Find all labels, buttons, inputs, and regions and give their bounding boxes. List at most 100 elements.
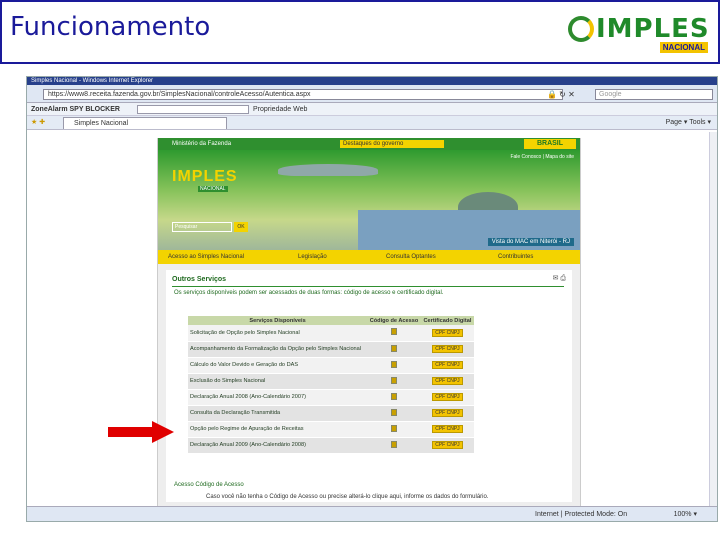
security-zone: Internet | Protected Mode: On [535, 511, 628, 518]
address-buttons[interactable]: 🔒 ↻ ✕ [547, 89, 587, 100]
dest-select[interactable]: Destaques do governo [340, 140, 444, 148]
table-row: Declaração Anual 2008 (Ano-Calendário 20… [188, 389, 474, 406]
header-servicos: Serviços Disponíveis [188, 316, 368, 325]
services-table: Serviços Disponíveis Código de Acesso Ce… [188, 316, 474, 454]
access-code-cell [367, 405, 421, 422]
service-name[interactable]: Acompanhamento da Formalização da Opção … [188, 341, 368, 358]
cert-cell: CPF CNPJ [420, 373, 474, 390]
table-row: Opção pelo Regime de Apuração de Receita… [188, 421, 474, 438]
service-name[interactable]: Consulta da Declaração Transmitida [188, 405, 368, 422]
access-code-cell [367, 325, 421, 342]
zonealarm-label: ZoneAlarm SPY BLOCKER [31, 106, 120, 113]
access-code-link[interactable]: Acesso Código de Acesso [174, 482, 244, 488]
menu-item-contribuintes[interactable]: Contribuintes [498, 250, 533, 264]
cert-cell: CPF CNPJ [420, 357, 474, 374]
cert-button[interactable]: CPF CNPJ [432, 441, 463, 449]
gov-bar: Ministério da Fazenda Destaques do gover… [158, 138, 580, 150]
menu-item-legislacao[interactable]: Legislação [298, 250, 327, 264]
service-name[interactable]: Declaração Anual 2008 (Ano-Calendário 20… [188, 389, 368, 406]
vertical-scrollbar[interactable] [709, 132, 717, 506]
services-panel: Outros Serviços ✉ ⎙ Os serviços disponív… [166, 270, 572, 502]
table-row: Solicitação de Opção pelo Simples Nacion… [188, 325, 474, 342]
cert-cell: CPF CNPJ [420, 405, 474, 422]
service-name[interactable]: Declaração Anual 2009 (Ano-Calendário 20… [188, 437, 368, 454]
key-icon[interactable] [391, 328, 397, 336]
cert-cell: CPF CNPJ [420, 325, 474, 342]
section-title: Outros Serviços [172, 276, 227, 283]
menu-item-acesso[interactable]: Acesso ao Simples Nacional [168, 250, 244, 264]
cert-cell: CPF CNPJ [420, 421, 474, 438]
site-menu: Acesso ao Simples Nacional Legislação Co… [158, 250, 580, 264]
key-icon[interactable] [391, 408, 397, 416]
section-divider [172, 286, 564, 287]
menu-item-consulta[interactable]: Consulta Optantes [386, 250, 436, 264]
key-icon[interactable] [391, 360, 397, 368]
print-mail-icon[interactable]: ✉ ⎙ [553, 274, 566, 283]
key-icon[interactable] [391, 424, 397, 432]
arrow-shaft [108, 427, 154, 437]
zonealarm-input[interactable] [137, 105, 249, 114]
key-icon[interactable] [391, 376, 397, 384]
mac-building-shape [278, 164, 378, 176]
zonealarm-toolbar: ZoneAlarm SPY BLOCKER Propriedade Web [27, 103, 717, 116]
header-certificado: Certificado Digital [420, 316, 474, 325]
service-name[interactable]: Exclusão do Simples Nacional [188, 373, 368, 390]
access-code-cell [367, 421, 421, 438]
page-tools-menu[interactable]: Page ▾ Tools ▾ [666, 116, 711, 130]
cert-button[interactable]: CPF CNPJ [432, 377, 463, 385]
service-name[interactable]: Cálculo do Valor Devido e Geração do DAS [188, 357, 368, 374]
table-row: Acompanhamento da Formalização da Opção … [188, 341, 474, 358]
key-icon[interactable] [391, 344, 397, 352]
cert-button[interactable]: CPF CNPJ [432, 425, 463, 433]
key-icon[interactable] [391, 392, 397, 400]
slide: Funcionamento IMPLES NACIONAL Simples Na… [0, 0, 720, 540]
cert-cell: CPF CNPJ [420, 341, 474, 358]
access-code-cell [367, 437, 421, 454]
status-bar: Internet | Protected Mode: On 100% ▾ [27, 506, 717, 521]
logo-subtitle: NACIONAL [659, 42, 708, 53]
access-code-cell [367, 373, 421, 390]
service-name[interactable]: Solicitação de Opção pelo Simples Nacion… [188, 325, 368, 342]
address-input[interactable]: https://www8.receita.fazenda.gov.br/Simp… [43, 89, 563, 100]
zoom-level[interactable]: 100% ▾ [674, 507, 697, 521]
banner-logo: IMPLES [172, 168, 238, 185]
cert-button[interactable]: CPF CNPJ [432, 409, 463, 417]
slide-title: Funcionamento [10, 12, 211, 42]
browser-screenshot: Simples Nacional - Windows Internet Expl… [26, 76, 718, 522]
banner-sub: NACIONAL [198, 186, 228, 192]
simples-nacional-logo: IMPLES NACIONAL [568, 14, 710, 54]
favorites-star-icon[interactable]: ★ ✚ [31, 116, 45, 130]
logo-s-icon [568, 16, 594, 42]
intro-text: Os serviços disponíveis podem ser acessa… [174, 290, 444, 296]
table-row: Consulta da Declaração Transmitida CPF CN… [188, 405, 474, 422]
site-banner: IMPLES NACIONAL Fale Conosco | Mapa do s… [158, 150, 580, 250]
site-search-input[interactable]: Pesquisar [172, 222, 232, 232]
site-search-button[interactable]: OK [234, 222, 248, 232]
key-icon[interactable] [391, 440, 397, 448]
cert-button[interactable]: CPF CNPJ [432, 393, 463, 401]
banner-links[interactable]: Fale Conosco | Mapa do site [510, 154, 574, 160]
search-input[interactable]: Google [595, 89, 713, 100]
cert-button[interactable]: CPF CNPJ [432, 328, 463, 337]
service-name[interactable]: Opção pelo Regime de Apuração de Receita… [188, 421, 368, 438]
zonealarm-prop-button[interactable]: Propriedade Web [253, 103, 307, 116]
site-container: Ministério da Fazenda Destaques do gover… [157, 138, 581, 506]
browser-title-bar: Simples Nacional - Windows Internet Expl… [27, 77, 717, 85]
page-viewport: Ministério da Fazenda Destaques do gover… [27, 132, 717, 506]
cert-button[interactable]: CPF CNPJ [432, 361, 463, 369]
access-code-cell [367, 357, 421, 374]
brasil-logo: BRASIL [524, 139, 576, 149]
red-arrow-pointer [108, 421, 174, 443]
table-row: Exclusão do Simples Nacional CPF CNPJ [188, 373, 474, 390]
cert-button[interactable]: CPF CNPJ [432, 345, 463, 353]
table-row: Declaração Anual 2009 (Ano-Calendário 20… [188, 437, 474, 454]
header-codigo: Código de Acesso [367, 316, 421, 325]
tab-simples-nacional[interactable]: Simples Nacional [63, 117, 227, 129]
banner-caption: Vista do MAC em Niterói - RJ [487, 238, 574, 246]
arrow-head [152, 421, 174, 443]
access-code-cell [367, 389, 421, 406]
logo-text: IMPLES [596, 14, 710, 44]
address-bar: https://www8.receita.fazenda.gov.br/Simp… [27, 85, 717, 103]
ministry-label: Ministério da Fazenda [172, 141, 232, 147]
cert-cell: CPF CNPJ [420, 437, 474, 454]
